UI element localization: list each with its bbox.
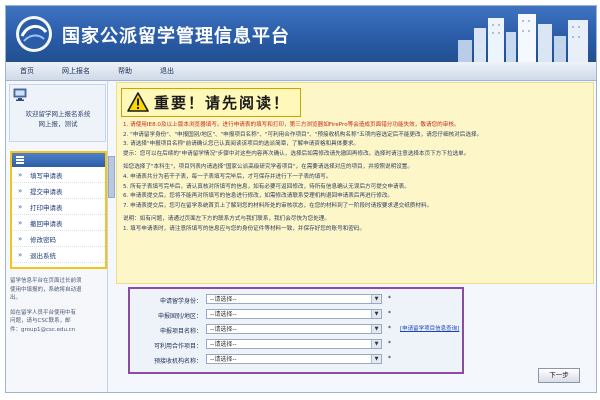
form-row-country: 申报国别/地区： --请选择-- ▼ * [130,308,460,321]
cooperation-label: 可利用合作项目： [153,343,202,350]
arrow-icon: » [18,186,23,195]
arrow-icon: » [18,202,23,211]
chevron-down-icon: ▼ [371,325,381,333]
notice-line: 6. 申请表提交后，您将不能再对所填写的信息进行修改，如需修改请联系受理机构退回… [123,193,394,200]
chevron-down-icon: ▼ [371,310,381,318]
menu-change-password[interactable]: » 修改密码 [12,231,105,247]
warning-icon [127,92,149,112]
arrow-icon: » [18,218,23,227]
identity-label: 申请留学身份： [159,298,202,305]
country-label: 申报国别/地区： [157,313,202,320]
form-row-project: 申报项目名称： --请选择-- ▼ * [申请留学项目信息查询] [130,323,460,336]
form-row-cooperation: 可利用合作项目： --请选择-- ▼ * [130,338,460,351]
nav-home[interactable]: 首页 [6,66,48,76]
identity-select[interactable]: --请选择-- ▼ [206,294,382,304]
skyline-decoration [458,14,588,62]
notice-line: 3. 请选择"申报项目名称"前请确认您已认真阅读该项目的选派简章，了解申请资格和… [123,141,360,148]
notice-line: 5. 所有子表填写完毕后，请认真核对所填写的信息，如有必要可返回修改，待所有信息… [123,183,410,190]
chevron-down-icon: ▼ [371,340,381,348]
chevron-down-icon: ▼ [371,355,381,363]
user-info-box: 欢迎留学网上报名系统 网上报，测试 [9,84,106,142]
important-title: 重要！请先阅读！ [154,94,291,112]
nav-logout[interactable]: 退出 [146,66,188,76]
function-menu: » 填写申请表 » 提交申请表 » 打印申请表 » 撤回申请表 » 修改密码 » 退出系统 [10,151,107,269]
notice-body: 1. 请使用IE8.0及以上版本浏览器填写。进行申请表的填写和打印，第三方浏览器… [123,121,587,281]
notice-line: 7. 申请表提交后，您可在留学系统首页上了解到您的材料所处的审核状态，在您的材料… [123,202,433,209]
arrow-icon: » [18,170,23,179]
menu-withdraw-application[interactable]: » 撤回申请表 [12,215,105,231]
welcome-line: 欢迎留学网上报名系统 [25,110,91,118]
menu-fill-application[interactable]: » 填写申请表 [12,167,105,183]
notice-line: 如您选择了"本科生"，项目列表内请选择"国家公派高级研究学者项目"，在需要请选择… [123,164,413,171]
sidebar: 欢迎留学网上报名系统 网上报，测试 » 填写申请表 » 提交申请表 » 打印申请表 »… [6,81,108,392]
important-banner: 重要！请先阅读！ [121,88,301,117]
computer-icon [13,88,27,101]
menu-exit-system[interactable]: » 退出系统 [12,247,105,263]
form-row-identity: 申请留学身份： --请选择-- ▼ * [130,293,460,306]
notice-line: 1. 填写申请表时，请注意所填写的信息应与您的身份证件等材料一致，并保存好您的账… [123,225,366,232]
required-mark: * [388,340,391,347]
required-mark: * [388,355,391,362]
notice-line: 说明：如有问题，请通过页面左下方的联系方式与我们联系，我们会尽快为您处理。 [123,216,330,223]
menu-header [12,153,105,167]
project-info-search-link[interactable]: [申请留学项目信息查询] [400,324,459,332]
notice-panel: 重要！请先阅读！ 1. 请使用IE8.0及以上版本浏览器填写。进行申请表的填写和… [116,82,594,284]
institution-select[interactable]: --请选择-- ▼ [206,354,382,364]
menu-list-icon [16,156,24,164]
csc-logo-icon [16,16,52,52]
form-row-institution: 预接收机构名称： --请选择-- ▼ * [130,353,460,366]
welcome-user: 网上报，测试 [38,120,78,128]
nav-online-registration[interactable]: 网上报名 [48,66,104,76]
menu-print-application[interactable]: » 打印申请表 [12,199,105,215]
next-step-button[interactable]: 下一步 [538,368,580,383]
header-banner: 国家公派留学管理信息平台 [6,6,596,62]
platform-title: 国家公派留学管理信息平台 [62,26,290,47]
institution-label: 预接收机构名称： [153,358,202,365]
project-label: 申报项目名称： [159,328,202,335]
required-mark: * [388,325,391,332]
top-nav: 首页 网上报名 帮助 退出 [6,62,596,81]
menu-submit-application[interactable]: » 提交申请表 [12,183,105,199]
nav-help[interactable]: 帮助 [104,66,146,76]
project-select[interactable]: --请选择-- ▼ [206,324,382,334]
notice-line: 提示：您可以在后续的"申请留学情况"步骤中对这些内容再次确认，选择后如需修改请先… [123,150,470,157]
application-selection-form: 申请留学身份： --请选择-- ▼ * 申报国别/地区： --请选择-- ▼ * 申… [128,287,464,374]
app-window: 国家公派留学管理信息平台 首页 网上报名 帮助 退出 欢迎留学网上报名系统 网上… [5,5,597,393]
main-content: 重要！请先阅读！ 1. 请使用IE8.0及以上版本浏览器填写。进行申请表的填写和… [116,82,594,390]
cooperation-select[interactable]: --请选择-- ▼ [206,339,382,349]
required-mark: * [388,295,391,302]
arrow-icon: » [18,234,23,243]
arrow-icon: » [18,250,23,259]
notice-line: 1. 请使用IE8.0及以上版本浏览器填写。进行申请表的填写和打印，第三方浏览器… [123,122,460,128]
sidebar-note: 留学信息平台在页面过长前须 使用中填报的，系统将自动退 出。 如在留学人员平台使… [10,278,82,333]
required-mark: * [388,310,391,317]
sidebar-collapse-handle[interactable] [108,156,115,198]
notice-line: 4. 申请表共分为若干子表，每一子表填写完毕后，才可保存并进行下一子表的填写。 [123,173,332,180]
welcome-text: 欢迎留学网上报名系统 网上报，测试 [14,109,102,129]
notice-line: 2. "申请留学身份"、"申报国别/地区"、"申报项目名称"、"可利用合作项目"… [123,131,483,138]
country-select[interactable]: --请选择-- ▼ [206,309,382,319]
chevron-down-icon: ▼ [371,295,381,303]
